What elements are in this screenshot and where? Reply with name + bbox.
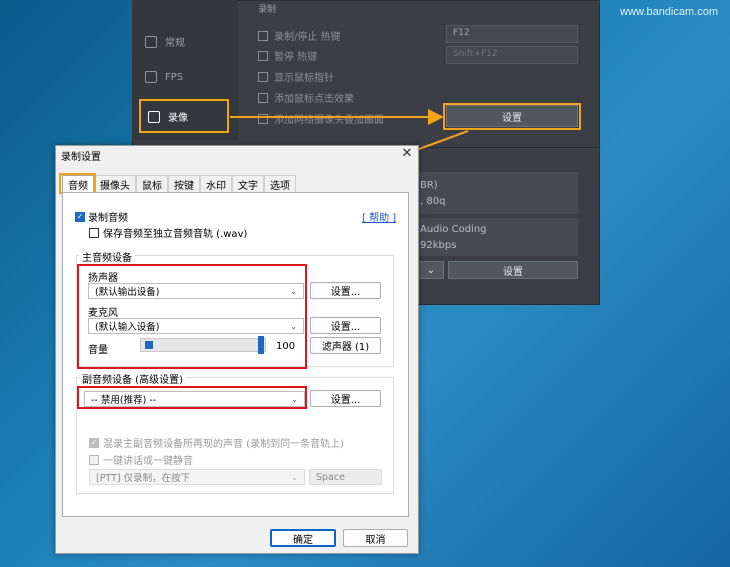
help-link[interactable]: [ 帮助 ]: [362, 209, 396, 224]
ok-button[interactable]: 确定: [270, 529, 336, 547]
tab-webcam[interactable]: 摄像头: [94, 175, 136, 192]
save-separate-label: 保存音频至独立音频音轨 (.wav): [103, 229, 248, 240]
mix-label: 混录主副音频设备所再现的声音 (录制到同一条音轨上): [103, 439, 344, 450]
highlight-secondary-device: [77, 386, 307, 409]
chevron-down-icon: ⌄: [291, 472, 298, 482]
highlight-primary-devices: [77, 264, 307, 369]
ptt-mode-value: [PTT] 仅录制，在按下: [96, 473, 191, 484]
save-separate-row[interactable]: 保存音频至独立音频音轨 (.wav): [89, 225, 247, 240]
secondary-settings-button[interactable]: 设置...: [310, 390, 381, 407]
tab-mouse[interactable]: 鼠标: [136, 175, 168, 192]
cancel-button[interactable]: 取消: [343, 529, 408, 547]
ptt-label: 一键讲话或一键静音: [103, 456, 193, 467]
close-icon[interactable]: ✕: [399, 144, 415, 162]
tab-watermark[interactable]: 水印: [200, 175, 232, 192]
tab-text[interactable]: 文字: [232, 175, 264, 192]
mix-checkbox-row[interactable]: ✓ 混录主副音频设备所再现的声音 (录制到同一条音轨上): [89, 435, 344, 450]
tab-bar: 音频 摄像头 鼠标 按键 水印 文字 选项: [62, 175, 296, 192]
tab-options[interactable]: 选项: [264, 175, 296, 192]
ptt-checkbox-row[interactable]: 一键讲话或一键静音: [89, 452, 193, 467]
tab-keys[interactable]: 按键: [168, 175, 200, 192]
ptt-mode-select[interactable]: [PTT] 仅录制，在按下 ⌄: [89, 469, 305, 485]
primary-audio-group-title: 主音频设备: [79, 249, 135, 264]
ptt-checkbox[interactable]: [89, 454, 99, 465]
dialog-title: 录制设置: [61, 152, 101, 163]
speaker-settings-button[interactable]: 设置...: [310, 282, 381, 299]
secondary-audio-group-title: 副音频设备 (高级设置): [79, 371, 186, 386]
highlight-audio-tab: [59, 173, 96, 194]
record-audio-checkbox[interactable]: ✓: [75, 211, 85, 222]
ptt-key-field[interactable]: Space: [309, 469, 382, 485]
mic-settings-button[interactable]: 设置...: [310, 317, 381, 334]
record-audio-checkbox-row[interactable]: ✓ 录制音频: [75, 209, 128, 224]
save-separate-checkbox[interactable]: [89, 227, 99, 238]
mix-checkbox[interactable]: ✓: [89, 437, 99, 448]
record-audio-label: 录制音频: [88, 213, 128, 224]
filter-button[interactable]: 滤声器 (1): [310, 337, 381, 354]
